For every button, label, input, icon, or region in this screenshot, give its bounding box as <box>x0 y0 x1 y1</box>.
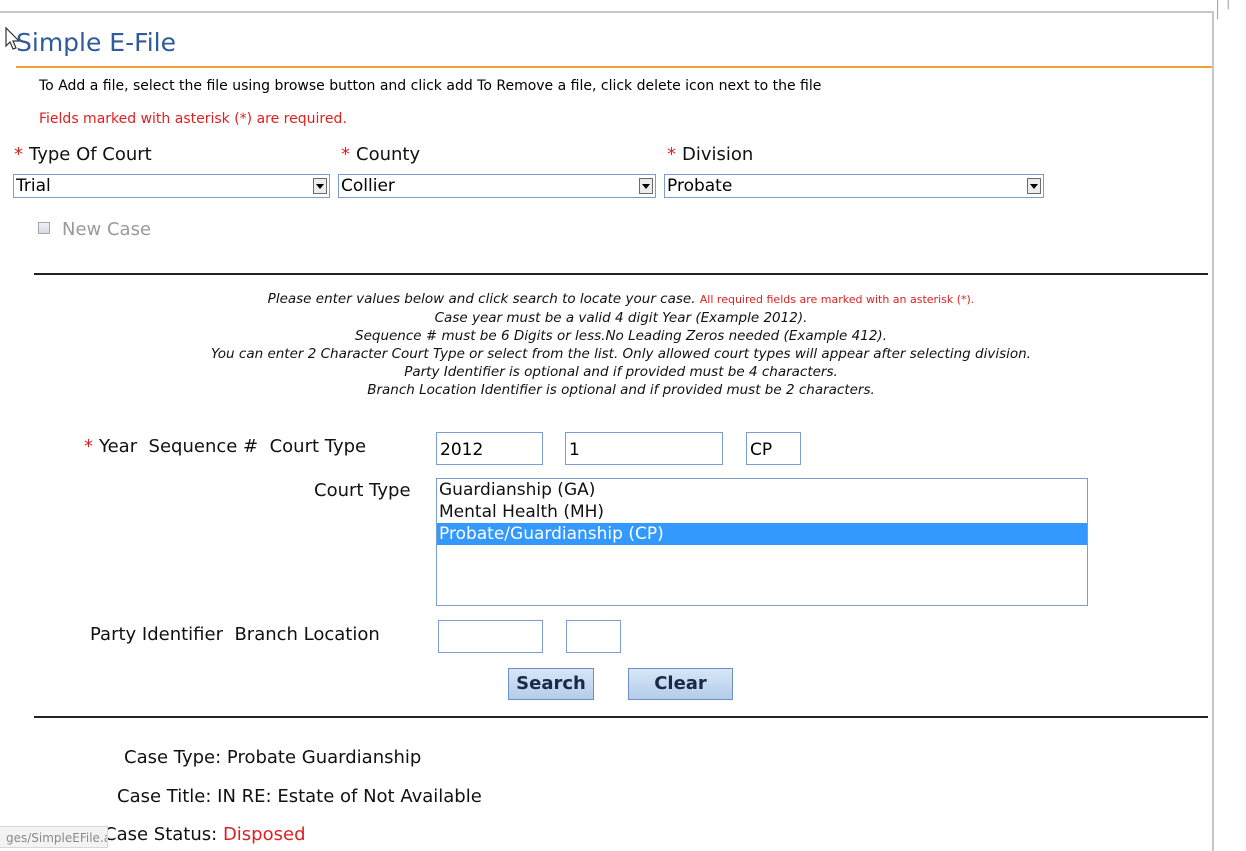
section-divider <box>34 273 1208 275</box>
help-required-note: All required fields are marked with an a… <box>699 293 975 306</box>
page-title: Simple E-File <box>16 28 176 57</box>
case-type-label: Case Type: <box>124 747 222 768</box>
chevron-down-icon[interactable] <box>1027 178 1041 194</box>
window-right-border <box>1212 11 1214 851</box>
window-top-border <box>0 11 1212 13</box>
case-status-row: Case Status: Disposed <box>104 824 306 845</box>
division-select[interactable]: Probate <box>664 174 1044 198</box>
case-status-value: Disposed <box>222 824 306 845</box>
division-label: * Division <box>667 144 754 165</box>
division-value: Probate <box>667 176 733 196</box>
help-line-2: Case year must be a valid 4 digit Year (… <box>434 310 808 326</box>
new-case-label: New Case <box>62 219 152 240</box>
type-of-court-value: Trial <box>16 176 51 196</box>
instructions-text: To Add a file, select the file using bro… <box>39 78 822 94</box>
county-label: * County <box>341 144 421 165</box>
help-line-4: You can enter 2 Character Court Type or … <box>211 346 1031 362</box>
case-number-label: * Year Sequence # Court Type <box>84 436 367 457</box>
required-asterisk: * <box>341 144 350 165</box>
type-of-court-select[interactable]: Trial <box>13 174 330 198</box>
branch-location-input[interactable] <box>566 620 621 653</box>
title-underline <box>16 66 1212 68</box>
required-asterisk: * <box>667 144 676 165</box>
party-branch-label: Party Identifier Branch Location <box>90 624 380 645</box>
court-type-option-mental-health[interactable]: Mental Health (MH) <box>437 501 1087 523</box>
case-year-input[interactable]: 2012 <box>436 432 543 465</box>
help-line-1: Please enter values below and click sear… <box>267 291 696 307</box>
help-line-5: Party Identifier is optional and if prov… <box>404 364 838 380</box>
search-button[interactable]: Search <box>508 668 594 700</box>
case-type-row: Case Type: Probate Guardianship <box>124 747 421 768</box>
court-type-option-guardianship[interactable]: Guardianship (GA) <box>437 479 1087 501</box>
help-line-3: Sequence # must be 6 Digits or less.No L… <box>355 328 887 344</box>
window-corner-mark: | | | <box>1216 0 1232 20</box>
party-identifier-input[interactable] <box>438 620 543 653</box>
case-type-value: Probate Guardianship <box>226 747 422 768</box>
court-type-listbox[interactable]: Guardianship (GA) Mental Health (MH) Pro… <box>436 478 1088 606</box>
chevron-down-icon[interactable] <box>639 178 653 194</box>
court-type-list-label: Court Type <box>314 480 411 501</box>
case-court-type-input[interactable]: CP <box>746 432 801 465</box>
section-divider <box>34 716 1208 718</box>
help-line-6: Branch Location Identifier is optional a… <box>367 382 875 398</box>
chevron-down-icon[interactable] <box>313 178 327 194</box>
new-case-checkbox[interactable] <box>38 222 50 234</box>
county-value: Collier <box>341 176 395 196</box>
search-help-text: Please enter values below and click sear… <box>34 290 1208 399</box>
case-sequence-input[interactable]: 1 <box>565 432 723 465</box>
case-title-value: IN RE: Estate of Not Available <box>217 786 482 807</box>
required-asterisk: * <box>14 144 23 165</box>
court-type-option-probate-guardianship[interactable]: Probate/Guardianship (CP) <box>437 523 1087 545</box>
case-title-label: Case Title: <box>117 786 212 807</box>
type-of-court-label: * Type Of Court <box>14 144 152 165</box>
clear-button[interactable]: Clear <box>628 668 733 700</box>
case-title-row: Case Title: IN RE: Estate of Not Availab… <box>117 786 482 807</box>
county-select[interactable]: Collier <box>338 174 656 198</box>
case-status-label: Case Status: <box>104 824 218 845</box>
required-asterisk: * <box>84 436 93 457</box>
required-fields-note: Fields marked with asterisk (*) are requ… <box>39 111 347 127</box>
browser-status-bar: ges/SimpleEFile.aspx <box>0 826 108 848</box>
